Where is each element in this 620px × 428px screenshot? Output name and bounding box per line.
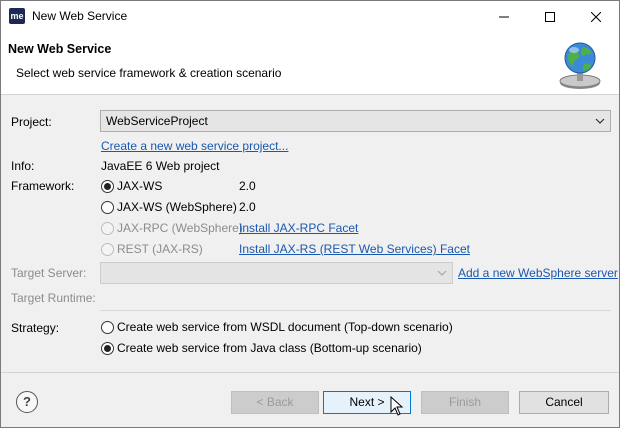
- install-jax-rs-link[interactable]: Install JAX-RS (REST Web Services) Facet: [239, 242, 470, 256]
- maximize-button[interactable]: [527, 1, 573, 32]
- radio-jax-rpc-websphere: [101, 222, 114, 235]
- help-button[interactable]: ?: [16, 391, 38, 413]
- finish-button: Finish: [421, 391, 509, 414]
- add-websphere-server-link[interactable]: Add a new WebSphere server: [458, 266, 618, 280]
- radio-strategy-bottom-up[interactable]: [101, 342, 114, 355]
- banner-title: New Web Service: [8, 42, 112, 56]
- target-server-label: Target Server:: [11, 266, 87, 280]
- framework-jax-ws-websphere-version: 2.0: [239, 200, 256, 214]
- title-bar[interactable]: me New Web Service: [1, 1, 619, 32]
- banner-divider: [1, 94, 619, 95]
- project-label: Project:: [11, 115, 52, 129]
- app-logo-icon: me: [9, 8, 25, 24]
- info-label: Info:: [11, 159, 35, 173]
- radio-rest-jax-rs: [101, 243, 114, 256]
- strategy-label: Strategy:: [11, 321, 60, 335]
- new-web-service-dialog: me New Web Service New Web Service Selec…: [0, 0, 620, 428]
- project-combo-value: WebServiceProject: [106, 114, 208, 128]
- radio-strategy-top-down[interactable]: [101, 321, 114, 334]
- web-service-globe-icon: [559, 42, 601, 89]
- footer-divider: [1, 372, 619, 373]
- framework-jax-rpc-label: JAX-RPC (WebSphere): [117, 221, 243, 235]
- strategy-divider: [100, 310, 611, 311]
- radio-jax-ws[interactable]: [101, 180, 114, 193]
- framework-rest-label: REST (JAX-RS): [117, 242, 203, 256]
- target-server-combo: [100, 262, 453, 284]
- minimize-icon: [499, 16, 509, 17]
- banner-subtitle: Select web service framework & creation …: [16, 66, 282, 80]
- install-jax-rpc-link[interactable]: Install JAX-RPC Facet: [239, 221, 358, 235]
- framework-jax-ws-version: 2.0: [239, 179, 256, 193]
- wizard-banner: New Web Service Select web service frame…: [1, 32, 619, 94]
- close-button[interactable]: [573, 1, 619, 32]
- target-runtime-label: Target Runtime:: [11, 291, 96, 305]
- mouse-pointer-icon: [390, 396, 404, 416]
- cancel-button[interactable]: Cancel: [519, 391, 609, 414]
- close-icon: [591, 11, 601, 22]
- framework-jax-ws-websphere-label: JAX-WS (WebSphere): [117, 200, 237, 214]
- project-combo[interactable]: WebServiceProject: [100, 110, 611, 132]
- strategy-top-down-label: Create web service from WSDL document (T…: [117, 320, 453, 334]
- info-value: JavaEE 6 Web project: [101, 159, 220, 173]
- window-title: New Web Service: [32, 9, 128, 23]
- minimize-button[interactable]: [481, 1, 527, 32]
- create-project-link[interactable]: Create a new web service project...: [101, 139, 288, 153]
- back-button: < Back: [231, 391, 319, 414]
- chevron-down-icon: [595, 118, 605, 124]
- strategy-bottom-up-label: Create web service from Java class (Bott…: [117, 341, 422, 355]
- framework-jax-ws-label: JAX-WS: [117, 179, 163, 193]
- maximize-icon: [545, 11, 555, 22]
- radio-jax-ws-websphere[interactable]: [101, 201, 114, 214]
- chevron-down-icon: [437, 270, 447, 276]
- framework-label: Framework:: [11, 179, 75, 193]
